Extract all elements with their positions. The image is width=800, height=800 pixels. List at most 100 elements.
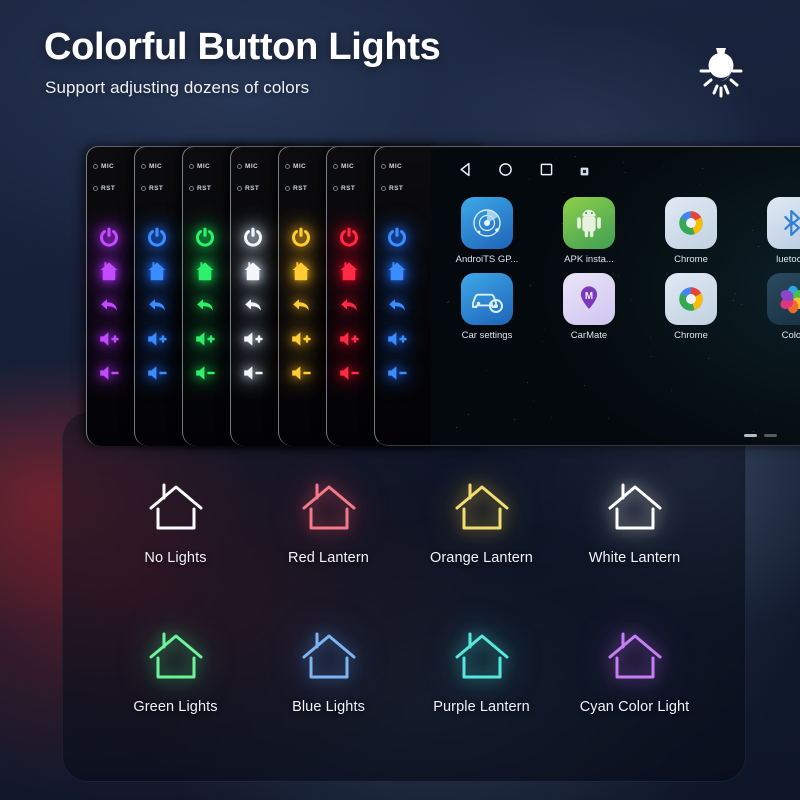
volume-down-icon-red[interactable]: [337, 361, 361, 385]
page-subtitle: Support adjusting dozens of colors: [45, 78, 309, 98]
lantern-option[interactable]: No Lights: [99, 481, 252, 566]
header: Colorful Button Lights Support adjusting…: [0, 0, 800, 130]
home-icon-green[interactable]: [193, 259, 217, 283]
volume-down-icon-yellow[interactable]: [289, 361, 313, 385]
gps-radar-icon[interactable]: [461, 197, 513, 249]
home-icon-purple[interactable]: [97, 259, 121, 283]
screenshot-nav-icon[interactable]: [579, 164, 590, 182]
rst-label: RST: [189, 185, 211, 192]
rst-hole-icon: [237, 186, 242, 191]
mic-hole-icon: [189, 164, 194, 169]
power-icon-purple[interactable]: [97, 225, 121, 249]
power-icon-blue[interactable]: [145, 225, 169, 249]
volume-up-icon-purple[interactable]: [97, 327, 121, 351]
back-nav-icon[interactable]: [457, 161, 474, 183]
lantern-option[interactable]: Orange Lantern: [405, 481, 558, 566]
volume-up-icon-red[interactable]: [337, 327, 361, 351]
volume-down-icon-blue2[interactable]: [385, 361, 409, 385]
carmate-icon[interactable]: M: [563, 273, 615, 325]
lantern-grid: No Lights Red Lantern Orange Lantern Whi…: [99, 481, 711, 715]
lantern-label: Green Lights: [99, 699, 252, 715]
app-row-1: AndroiTS GP... APK insta... Chrome lueto: [449, 197, 800, 265]
home-icon-white[interactable]: [241, 259, 265, 283]
recents-nav-icon[interactable]: [538, 161, 555, 183]
home-icon-yellow[interactable]: [289, 259, 313, 283]
volume-up-icon-white[interactable]: [241, 327, 265, 351]
lantern-option[interactable]: Blue Lights: [252, 630, 405, 715]
rst-label: RST: [237, 185, 259, 192]
house-lantern-icon: [298, 630, 360, 686]
rst-hole-icon: [285, 186, 290, 191]
house-lantern-icon: [298, 481, 360, 537]
power-icon-blue2[interactable]: [385, 225, 409, 249]
app-bluetooth-icon[interactable]: luetooth: [755, 197, 800, 265]
mic-label: MIC: [381, 163, 402, 170]
power-icon-green[interactable]: [193, 225, 217, 249]
app-chrome-icon[interactable]: Chrome: [653, 197, 729, 265]
volume-up-icon-green[interactable]: [193, 327, 217, 351]
svg-text:M: M: [585, 291, 593, 302]
back-icon-blue2[interactable]: [385, 293, 409, 317]
light-bulb-icon: [690, 40, 752, 102]
volume-down-icon-white[interactable]: [241, 361, 265, 385]
lantern-option[interactable]: White Lantern: [558, 481, 711, 566]
back-icon-red[interactable]: [337, 293, 361, 317]
mic-hole-icon: [237, 164, 242, 169]
lantern-option[interactable]: Purple Lantern: [405, 630, 558, 715]
volume-down-icon-blue[interactable]: [145, 361, 169, 385]
mic-hole-icon: [93, 164, 98, 169]
app-car-settings-icon[interactable]: Car settings: [449, 273, 525, 341]
back-icon-green[interactable]: [193, 293, 217, 317]
chrome-icon[interactable]: [665, 197, 717, 249]
car-settings-icon[interactable]: [461, 273, 513, 325]
lantern-label: White Lantern: [558, 550, 711, 566]
mic-label: MIC: [333, 163, 354, 170]
app-chrome-icon[interactable]: Chrome: [653, 273, 729, 341]
bluetooth-icon[interactable]: [767, 197, 800, 249]
mic-hole-icon: [285, 164, 290, 169]
house-lantern-icon: [604, 630, 666, 686]
app-android-robot-icon[interactable]: APK insta...: [551, 197, 627, 265]
back-icon-blue[interactable]: [145, 293, 169, 317]
rst-label: RST: [93, 185, 115, 192]
lantern-label: Red Lantern: [252, 550, 405, 566]
back-icon-purple[interactable]: [97, 293, 121, 317]
volume-up-icon-blue2[interactable]: [385, 327, 409, 351]
app-grid: AndroiTS GP... APK insta... Chrome lueto…: [449, 197, 800, 349]
rst-label: RST: [381, 185, 403, 192]
app-label: Chrome: [653, 254, 729, 265]
chrome-icon[interactable]: [665, 273, 717, 325]
lantern-option[interactable]: Red Lantern: [252, 481, 405, 566]
lantern-option[interactable]: Cyan Color Light: [558, 630, 711, 715]
house-lantern-icon: [451, 481, 513, 537]
page-dot[interactable]: [764, 434, 777, 437]
home-icon-red[interactable]: [337, 259, 361, 283]
volume-down-icon-purple[interactable]: [97, 361, 121, 385]
home-icon-blue2[interactable]: [385, 259, 409, 283]
app-gps-radar-icon[interactable]: AndroiTS GP...: [449, 197, 525, 265]
home-nav-icon[interactable]: [497, 161, 514, 183]
android-robot-icon[interactable]: [563, 197, 615, 249]
app-carmate-icon[interactable]: M CarMate: [551, 273, 627, 341]
color-flower-icon[interactable]: [767, 273, 800, 325]
page-title: Colorful Button Lights: [44, 26, 441, 69]
mic-label: MIC: [237, 163, 258, 170]
rst-hole-icon: [141, 186, 146, 191]
power-icon-yellow[interactable]: [289, 225, 313, 249]
rst-hole-icon: [333, 186, 338, 191]
app-color-flower-icon[interactable]: Color: [755, 273, 800, 341]
back-icon-white[interactable]: [241, 293, 265, 317]
house-lantern-icon: [145, 481, 207, 537]
page-dot[interactable]: [744, 434, 757, 437]
volume-up-icon-yellow[interactable]: [289, 327, 313, 351]
volume-up-icon-blue[interactable]: [145, 327, 169, 351]
android-home-screen: AndroiTS GP... APK insta... Chrome lueto…: [431, 149, 800, 445]
app-label: CarMate: [551, 330, 627, 341]
app-label: Car settings: [449, 330, 525, 341]
lantern-option[interactable]: Green Lights: [99, 630, 252, 715]
volume-down-icon-green[interactable]: [193, 361, 217, 385]
power-icon-white[interactable]: [241, 225, 265, 249]
back-icon-yellow[interactable]: [289, 293, 313, 317]
power-icon-red[interactable]: [337, 225, 361, 249]
home-icon-blue[interactable]: [145, 259, 169, 283]
